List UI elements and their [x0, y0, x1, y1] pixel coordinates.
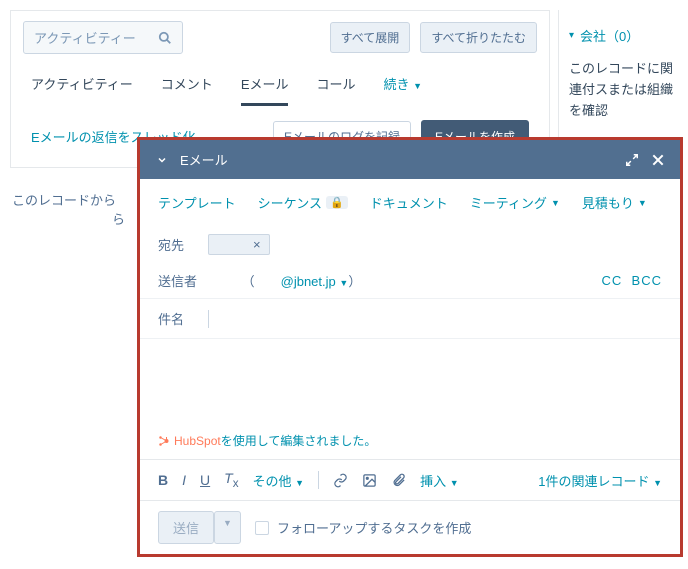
chevron-down-icon: ▼: [638, 198, 647, 208]
search-placeholder: アクティビティー: [34, 28, 136, 47]
chevron-down-icon: ▼: [295, 478, 304, 488]
hubspot-branding: HubSpotを使用して編集されました。: [158, 432, 376, 449]
template-button[interactable]: テンプレート: [158, 193, 236, 212]
bold-button[interactable]: B: [158, 472, 168, 488]
quote-button[interactable]: 見積もり ▼: [582, 193, 647, 212]
divider: [318, 471, 319, 489]
checkbox-icon: [255, 521, 269, 535]
subject-label: 件名: [158, 309, 198, 328]
from-value[interactable]: （@jbnet.jp ▼）: [208, 271, 361, 290]
tab-call[interactable]: コール: [316, 74, 355, 106]
chevron-down-icon: ▼: [450, 478, 459, 488]
compose-toolbar: テンプレート シーケンス 🔒 ドキュメント ミーティング ▼ 見積もり ▼: [140, 179, 680, 226]
company-desc: このレコードに関連付スまたは組織を確認: [569, 59, 678, 121]
expand-all-button[interactable]: すべて展開: [330, 22, 411, 53]
chevron-down-icon: ▼: [653, 478, 662, 488]
empty-state-text: このレコードから ら: [12, 190, 125, 228]
to-field-row: 宛先 ×: [140, 226, 680, 263]
chevron-down-icon: ▼: [413, 81, 422, 91]
link-icon[interactable]: [333, 473, 348, 488]
to-label: 宛先: [158, 235, 198, 254]
associated-records-button[interactable]: 1件の関連レコード ▼: [538, 471, 662, 490]
underline-button[interactable]: U: [200, 472, 210, 488]
format-toolbar: B I U Tx その他 ▼ 挿入 ▼ 1件の関連レコード ▼: [140, 459, 680, 500]
insert-button[interactable]: 挿入 ▼: [420, 471, 459, 490]
email-compose-modal: Eメール テンプレート シーケンス 🔒 ドキュメント ミーティング ▼ 見積もり…: [137, 137, 683, 557]
from-field-row: 送信者 （@jbnet.jp ▼） CC BCC: [140, 263, 680, 298]
document-button[interactable]: ドキュメント: [370, 193, 448, 212]
clear-format-button[interactable]: Tx: [224, 470, 238, 490]
compose-footer: 送信 ▼ フォローアップするタスクを作成: [140, 500, 680, 554]
close-icon[interactable]: [650, 152, 666, 168]
recipient-chip[interactable]: ×: [208, 234, 270, 255]
sequence-button[interactable]: シーケンス 🔒: [258, 193, 348, 212]
collapse-icon[interactable]: [154, 152, 170, 168]
send-dropdown-button[interactable]: ▼: [214, 511, 241, 544]
email-body[interactable]: HubSpotを使用して編集されました。: [140, 339, 680, 459]
followup-task-checkbox[interactable]: フォローアップするタスクを作成: [255, 518, 471, 537]
tab-activity[interactable]: アクティビティー: [31, 74, 133, 106]
from-label: 送信者: [158, 271, 198, 290]
send-button[interactable]: 送信: [158, 511, 214, 544]
tab-note[interactable]: コメント: [161, 74, 213, 106]
activity-search[interactable]: アクティビティー: [23, 21, 183, 54]
chevron-down-icon: ▾: [569, 30, 574, 41]
bcc-button[interactable]: BCC: [632, 273, 662, 288]
italic-button[interactable]: I: [182, 472, 186, 488]
tab-email[interactable]: Eメール: [241, 74, 289, 106]
collapse-all-button[interactable]: すべて折りたたむ: [420, 22, 537, 53]
expand-icon[interactable]: [624, 152, 640, 168]
modal-title: Eメール: [180, 150, 614, 169]
meeting-button[interactable]: ミーティング ▼: [470, 193, 560, 212]
tab-more[interactable]: 続き ▼: [384, 74, 423, 106]
chevron-down-icon: ▼: [551, 198, 560, 208]
modal-titlebar: Eメール: [140, 140, 680, 179]
attachment-icon[interactable]: [391, 473, 406, 488]
hubspot-icon: [158, 435, 170, 447]
subject-input[interactable]: [208, 310, 662, 328]
activity-tabs: アクティビティー コメント Eメール コール 続き ▼: [11, 64, 549, 106]
chevron-down-icon: ▼: [223, 518, 232, 537]
cc-button[interactable]: CC: [602, 273, 623, 288]
cc-bcc: CC BCC: [602, 273, 662, 288]
more-format-button[interactable]: その他 ▼: [253, 471, 305, 490]
chevron-down-icon: ▼: [339, 278, 348, 288]
remove-chip-icon[interactable]: ×: [253, 237, 261, 252]
company-section-header[interactable]: ▾ 会社（0）: [569, 26, 678, 45]
search-icon[interactable]: [158, 31, 172, 45]
lock-icon: 🔒: [326, 196, 348, 209]
subject-row: 件名: [140, 298, 680, 339]
image-icon[interactable]: [362, 473, 377, 488]
